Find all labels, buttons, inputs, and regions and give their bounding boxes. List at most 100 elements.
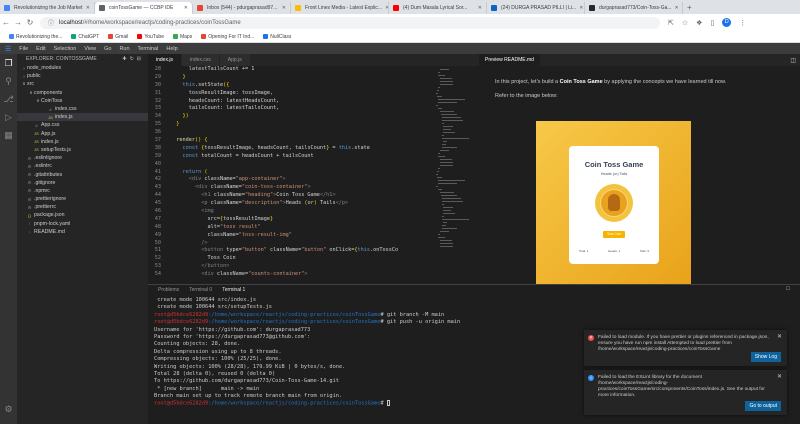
browser-tab[interactable]: durgaprasad773/Coin-Toss-Ga... ✕ (585, 2, 683, 14)
folder-item[interactable]: ∨ src (17, 80, 148, 88)
close-tab-icon[interactable]: ✕ (576, 5, 583, 11)
close-tab-icon[interactable]: ✕ (83, 5, 90, 11)
browser-tab[interactable]: (24) DURGA PRASAD PILLI | Li... ✕ (487, 2, 585, 14)
run-debug-icon[interactable]: ▷ (3, 112, 14, 123)
minimap-line (442, 216, 444, 217)
new-tab-icon[interactable]: + (687, 3, 692, 12)
close-tab-icon[interactable]: ✕ (672, 5, 679, 11)
bookmark-favicon-icon (201, 34, 207, 39)
tab-preview-readme[interactable]: Preview README.md (479, 54, 540, 66)
bookmark-item[interactable]: NullClass (263, 34, 291, 40)
bookmark-item[interactable]: ChatGPT (71, 34, 99, 40)
file-item[interactable]: # index.css (17, 105, 148, 113)
panel-tab[interactable]: Terminal 1 (222, 285, 246, 296)
file-item[interactable]: JS index.js (17, 113, 148, 122)
split-editor-icon[interactable]: ◫ (790, 57, 796, 64)
activity-bar: ❐ ⚲ ⎇ ▷ ▦ ⚙ (0, 54, 17, 424)
menu-item[interactable]: View (84, 46, 96, 52)
folder-item[interactable]: › node_modules (17, 64, 148, 72)
bookmark-label: Opening For IT Ind... (208, 33, 255, 40)
maximize-panel-icon[interactable]: □ (786, 286, 790, 292)
share-icon[interactable]: ⇱ (668, 19, 674, 27)
menu-item[interactable]: Edit (36, 46, 45, 52)
folder-item[interactable]: › public (17, 72, 148, 80)
folder-item[interactable]: ∨ CoinToss (17, 97, 148, 105)
refresh-icon[interactable]: ↻ (130, 56, 137, 62)
toss-coin-button[interactable]: Toss Coin (603, 230, 625, 238)
sidepanel-icon[interactable]: ▯ (710, 19, 714, 27)
panel-tab[interactable]: Terminal 0 (189, 285, 212, 296)
close-icon[interactable]: ✕ (777, 334, 782, 340)
close-tab-icon[interactable]: ✕ (181, 5, 188, 11)
minimap-line (436, 186, 438, 187)
close-icon[interactable]: ✕ (777, 374, 782, 380)
file-item[interactable]: ⚙ .eslintignore (17, 154, 148, 162)
file-item[interactable]: {} package.json (17, 211, 148, 219)
file-item[interactable]: ⚙ .gitattributes (17, 170, 148, 178)
tree-item-label: setupTests.js (41, 146, 71, 153)
file-item[interactable]: ⚙ .prettierrc (17, 203, 148, 211)
code-line: 53 </button> (148, 263, 475, 271)
address-bar[interactable]: ⓘ localhost/#/home/workspace/reactjs/cod… (40, 16, 660, 29)
source-control-icon[interactable]: ⎇ (3, 94, 14, 105)
bookmark-item[interactable]: YouTube (137, 34, 164, 40)
menu-item[interactable]: Go (104, 46, 111, 52)
bookmark-star-icon[interactable]: ☆ (682, 19, 688, 27)
show-log-button[interactable]: Show Log (750, 352, 781, 362)
browser-tab[interactable]: (4) Dum Masala Lyrical Sor... ✕ (389, 2, 487, 14)
code-editor[interactable]: 28 latestTailsCount += 1 29 } 30 this.setS… (148, 66, 475, 284)
bookmark-item[interactable]: Opening For IT Ind... (201, 34, 254, 40)
file-item[interactable]: ! pnpm-lock.yaml (17, 220, 148, 228)
menu-item[interactable]: File (19, 46, 28, 52)
menu-item[interactable]: Selection (54, 46, 77, 52)
menu-item[interactable]: Terminal (138, 46, 159, 52)
file-item[interactable]: JS index.js (17, 138, 148, 146)
browser-tab[interactable]: Front Lines Media - Latest Explic... ✕ (291, 2, 389, 14)
go-to-output-button[interactable]: Go to output (745, 401, 781, 411)
hamburger-icon[interactable]: ☰ (5, 45, 11, 53)
minimap[interactable] (436, 66, 472, 284)
more-menu-icon[interactable]: ⋮ (739, 19, 746, 27)
file-item[interactable]: ⚙ .eslintrc (17, 162, 148, 170)
extensions-icon[interactable]: ❖ (696, 19, 702, 27)
line-number: 54 (154, 271, 161, 278)
cfg-file-icon: ⚙ (27, 172, 32, 178)
file-item[interactable]: ⚙ .npmrc (17, 187, 148, 195)
minimap-line (438, 183, 458, 184)
browser-tab[interactable]: Revolutionizing the Job Market ✕ (0, 2, 95, 14)
reload-icon[interactable]: ↻ (24, 18, 36, 27)
collapse-all-icon[interactable]: ⊟ (137, 56, 144, 62)
browser-tab[interactable]: Inbox (544) - pdurgaprasad97... ✕ (193, 2, 291, 14)
avatar[interactable]: D (722, 18, 732, 27)
prompt-path: :/home/workspace/reactjs/coding-practice… (208, 319, 381, 326)
back-arrow-icon[interactable]: ← (0, 18, 12, 27)
editor-tab[interactable]: index.js (148, 54, 182, 66)
file-item[interactable]: ↓ README.md (17, 228, 148, 236)
close-tab-icon[interactable]: ✕ (279, 5, 286, 11)
close-tab-icon[interactable]: ✕ (382, 5, 388, 11)
file-item[interactable]: ⚙ .prettierignore (17, 195, 148, 203)
file-item[interactable]: ⚙ .gitignore (17, 179, 148, 187)
new-file-icon[interactable]: ✚ (122, 56, 129, 62)
css-file-icon: # (35, 122, 38, 128)
files-icon[interactable]: ❐ (3, 58, 14, 69)
folder-item[interactable]: ∨ components (17, 89, 148, 97)
editor-tab[interactable]: index.css (181, 54, 220, 66)
bookmark-item[interactable]: Revolutionizing the... (9, 34, 62, 40)
bookmark-item[interactable]: Maps (172, 34, 192, 40)
editor-tab[interactable]: App.js (219, 54, 251, 66)
extensions-icon[interactable]: ▦ (3, 130, 14, 141)
file-item[interactable]: JS App.js (17, 130, 148, 138)
browser-tab[interactable]: coinTossGame — CCBP IDE ✕ (95, 2, 193, 14)
panel-tab[interactable]: Problems (158, 285, 179, 296)
menu-item[interactable]: Help (166, 46, 177, 52)
forward-arrow-icon[interactable]: → (12, 18, 24, 27)
close-tab-icon[interactable]: ✕ (475, 5, 482, 11)
search-icon[interactable]: ⚲ (3, 76, 14, 87)
info-icon[interactable]: ⓘ (48, 18, 54, 27)
settings-gear-icon[interactable]: ⚙ (3, 404, 14, 415)
file-item[interactable]: # App.css (17, 121, 148, 129)
menu-item[interactable]: Run (119, 46, 129, 52)
bookmark-item[interactable]: Gmail (108, 34, 128, 40)
file-item[interactable]: JS setupTests.js (17, 146, 148, 154)
